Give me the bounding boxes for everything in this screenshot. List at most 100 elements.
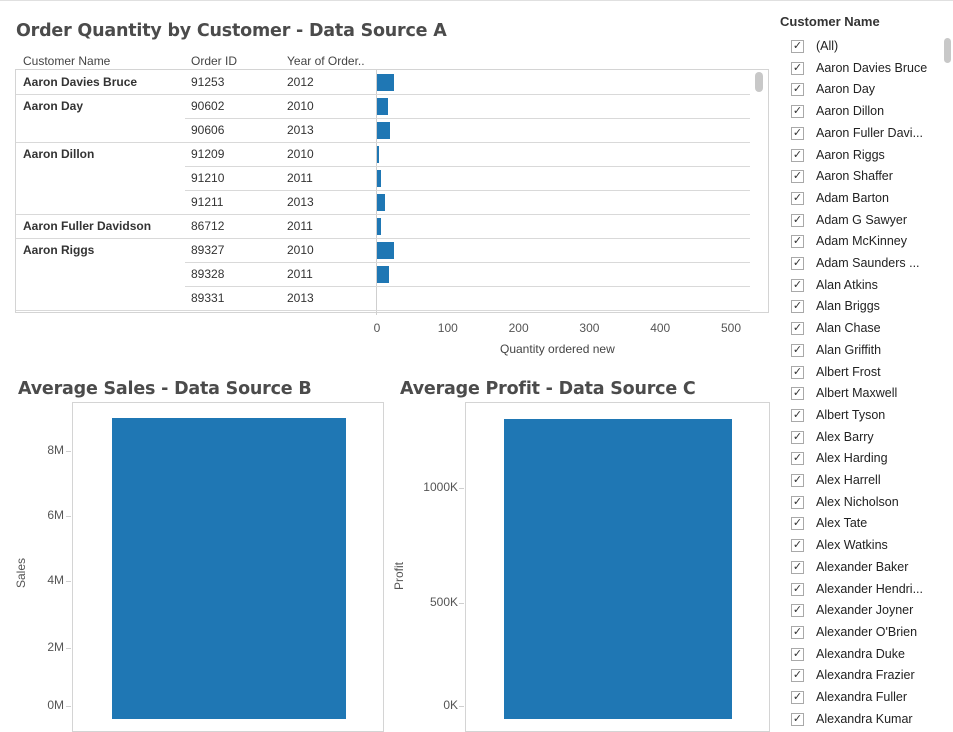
filter-checkbox[interactable]: ✓ <box>791 300 804 314</box>
filter-checkbox[interactable]: ✓ <box>791 278 804 292</box>
table-row[interactable]: 91210 2011 <box>16 167 750 191</box>
filter-checkbox[interactable]: ✓ <box>791 343 804 357</box>
quantity-bar[interactable] <box>377 170 381 187</box>
filter-item[interactable]: ✓ Adam McKinney <box>790 232 940 252</box>
filter-item-label: Adam G Sawyer <box>816 212 908 227</box>
table-row[interactable]: 90606 2013 <box>16 119 750 143</box>
filter-item[interactable]: ✓ Alex Watkins <box>790 536 940 556</box>
filter-item[interactable]: ✓ Alan Griffith <box>790 341 940 361</box>
filter-item[interactable]: ✓ Alexander Joyner <box>790 601 940 621</box>
filter-checkbox[interactable]: ✓ <box>791 712 804 726</box>
quantity-bar[interactable] <box>377 194 386 211</box>
filter-item[interactable]: ✓ Aaron Day <box>790 80 940 100</box>
filter-item[interactable]: ✓ Aaron Davies Bruce <box>790 59 940 79</box>
header-customer-name[interactable]: Customer Name <box>23 54 110 68</box>
filter-checkbox[interactable]: ✓ <box>791 170 804 184</box>
filter-checkbox[interactable]: ✓ <box>791 669 804 683</box>
filter-item[interactable]: ✓ Alexandra Duke <box>790 645 940 665</box>
filter-item[interactable]: ✓ Alexander O'Brien <box>790 623 940 643</box>
filter-checkbox[interactable]: ✓ <box>791 365 804 379</box>
filter-item[interactable]: ✓ Adam Barton <box>790 189 940 209</box>
year-cell: 2013 <box>287 291 314 305</box>
filter-item[interactable]: ✓ Alexandra Frazier <box>790 666 940 686</box>
filter-checkbox[interactable]: ✓ <box>791 691 804 704</box>
table-row[interactable]: 89331 2013 <box>16 287 750 311</box>
sales-y-tick-mark <box>66 581 71 582</box>
quantity-bar[interactable] <box>377 218 381 235</box>
filter-checkbox[interactable]: ✓ <box>791 235 804 249</box>
filter-item[interactable]: ✓ Albert Maxwell <box>790 384 940 404</box>
filter-checkbox[interactable]: ✓ <box>791 604 804 618</box>
quantity-bar[interactable] <box>377 98 388 115</box>
filter-checkbox[interactable]: ✓ <box>791 474 804 487</box>
quantity-bar[interactable] <box>377 266 390 283</box>
filter-checkbox[interactable]: ✓ <box>791 322 804 336</box>
table-row[interactable]: 89328 2011 <box>16 263 750 287</box>
table-scrollbar-thumb[interactable] <box>755 72 763 92</box>
filter-item[interactable]: ✓ Alexander Hendri... <box>790 580 940 600</box>
quantity-bar[interactable] <box>377 74 394 91</box>
filter-item[interactable]: ✓ Aaron Shaffer <box>790 167 940 187</box>
filter-checkbox[interactable]: ✓ <box>791 625 804 639</box>
sales-bar[interactable] <box>112 418 346 719</box>
filter-checkbox[interactable]: ✓ <box>791 40 804 53</box>
filter-checkbox[interactable]: ✓ <box>791 126 804 140</box>
filter-checkbox[interactable]: ✓ <box>791 191 804 205</box>
filter-checkbox[interactable]: ✓ <box>791 582 804 596</box>
filter-title: Customer Name <box>780 14 880 29</box>
filter-checkbox[interactable]: ✓ <box>791 430 804 444</box>
filter-checkbox[interactable]: ✓ <box>791 83 804 97</box>
quantity-bar[interactable] <box>377 146 379 163</box>
table-row[interactable]: Aaron Fuller Davidson 86712 2011 <box>16 215 750 239</box>
filter-item[interactable]: ✓ Alan Briggs <box>790 297 940 317</box>
filter-item[interactable]: ✓ Alexander Baker <box>790 558 940 578</box>
sales-y-tick-label: 6M <box>47 508 64 522</box>
filter-checkbox[interactable]: ✓ <box>791 517 804 531</box>
sales-y-tick-mark <box>66 516 71 517</box>
filter-checkbox[interactable]: ✓ <box>791 539 804 553</box>
quantity-bar[interactable] <box>377 122 391 139</box>
table-row[interactable]: Aaron Day 90602 2010 <box>16 95 750 119</box>
filter-checkbox[interactable]: ✓ <box>791 61 804 75</box>
filter-checkbox[interactable]: ✓ <box>791 495 804 509</box>
quantity-bar[interactable] <box>377 242 394 259</box>
filter-item-label: Albert Maxwell <box>816 386 898 401</box>
filter-scrollbar-thumb[interactable] <box>944 38 951 63</box>
filter-item[interactable]: ✓ Alex Nicholson <box>790 493 940 513</box>
filter-item[interactable]: ✓ Adam G Sawyer <box>790 211 940 231</box>
filter-item[interactable]: ✓ Albert Tyson <box>790 406 940 426</box>
filter-item[interactable]: ✓ Alexandra Kumar <box>790 710 940 730</box>
header-year-of-order[interactable]: Year of Order.. <box>287 54 365 68</box>
filter-item-label: Alex Tate <box>816 516 868 531</box>
filter-item[interactable]: ✓ Aaron Dillon <box>790 102 940 122</box>
filter-checkbox[interactable]: ✓ <box>791 105 804 119</box>
table-row[interactable]: Aaron Riggs 89327 2010 <box>16 239 750 263</box>
filter-item[interactable]: ✓ Aaron Fuller Davi... <box>790 124 940 144</box>
filter-item[interactable]: ✓ Alan Chase <box>790 319 940 339</box>
filter-checkbox[interactable]: ✓ <box>791 560 804 574</box>
filter-item[interactable]: ✓ Alex Barry <box>790 428 940 448</box>
filter-checkbox[interactable]: ✓ <box>791 452 804 466</box>
filter-item[interactable]: ✓ Alex Harding <box>790 449 940 469</box>
filter-checkbox[interactable]: ✓ <box>791 213 804 227</box>
table-row[interactable]: Aaron Davies Bruce 91253 2012 <box>16 71 750 95</box>
filter-item[interactable]: ✓ Alex Tate <box>790 514 940 534</box>
filter-item[interactable]: ✓ (All) <box>790 37 940 57</box>
filter-checkbox[interactable]: ✓ <box>791 387 804 401</box>
filter-item[interactable]: ✓ Aaron Riggs <box>790 146 940 166</box>
filter-item[interactable]: ✓ Alex Harrell <box>790 471 940 491</box>
filter-item-label: Alex Harding <box>816 451 888 466</box>
filter-checkbox[interactable]: ✓ <box>791 257 804 270</box>
filter-item[interactable]: ✓ Adam Saunders ... <box>790 254 940 274</box>
header-order-id[interactable]: Order ID <box>191 54 237 68</box>
filter-checkbox[interactable]: ✓ <box>791 647 804 661</box>
table-row[interactable]: 91211 2013 <box>16 191 750 215</box>
table-row[interactable]: Aaron Dillon 91209 2010 <box>16 143 750 167</box>
filter-checkbox[interactable]: ✓ <box>791 408 804 422</box>
filter-item[interactable]: ✓ Alexandra Fuller <box>790 688 940 708</box>
profit-bar[interactable] <box>504 419 732 719</box>
filter-checkbox[interactable]: ✓ <box>791 148 804 162</box>
filter-item[interactable]: ✓ Albert Frost <box>790 363 940 383</box>
row-divider <box>16 310 750 311</box>
filter-item[interactable]: ✓ Alan Atkins <box>790 276 940 296</box>
